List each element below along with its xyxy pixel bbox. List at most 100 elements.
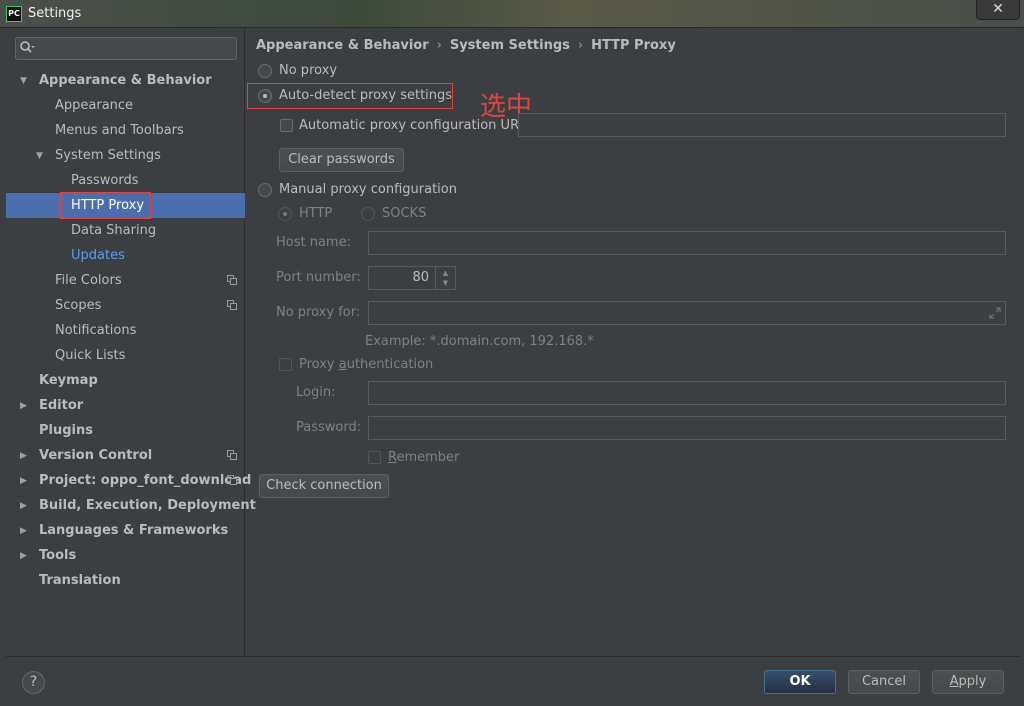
tree-item-keymap[interactable]: Keymap xyxy=(6,368,245,393)
spinner-arrows-icon[interactable]: ▲ ▼ xyxy=(435,267,455,289)
no-proxy-label: No proxy xyxy=(279,63,338,78)
remember-label: Remember xyxy=(388,450,460,465)
chevron-right-icon[interactable]: ▶ xyxy=(20,501,30,511)
tree-item-label: File Colors xyxy=(55,273,122,288)
proxy-auth-checkbox[interactable] xyxy=(279,358,292,371)
tree-item-scopes[interactable]: Scopes xyxy=(6,293,245,318)
login-input[interactable] xyxy=(368,381,1006,405)
project-scope-icon xyxy=(227,300,237,310)
breadcrumb-separator: › xyxy=(577,38,584,53)
http-type-radio[interactable] xyxy=(278,207,292,221)
tree-item-languages-frameworks[interactable]: ▶ Languages & Frameworks xyxy=(6,518,245,543)
chevron-right-icon[interactable]: ▶ xyxy=(20,526,30,536)
breadcrumb-item: System Settings xyxy=(449,38,570,53)
auto-detect-proxy-label: Auto-detect proxy settings xyxy=(279,88,453,103)
chevron-right-icon[interactable]: ▶ xyxy=(20,551,30,561)
host-name-input[interactable] xyxy=(368,231,1006,255)
title-bar: PC Settings ✕ xyxy=(0,0,1024,28)
chevron-right-icon[interactable]: ▶ xyxy=(20,451,30,461)
port-number-spinner[interactable]: 80 ▲ ▼ xyxy=(368,266,456,290)
tree-item-label: Translation xyxy=(39,573,121,588)
window-close-button[interactable]: ✕ xyxy=(976,0,1020,20)
port-number-label: Port number: xyxy=(276,270,361,285)
tree-item-label: Notifications xyxy=(55,323,137,338)
http-proxy-panel: Appearance & Behavior › System Settings › HT… xyxy=(246,28,1020,656)
no-proxy-radio[interactable] xyxy=(258,64,272,78)
port-number-value: 80 xyxy=(412,270,429,285)
tree-item-label: Menus and Toolbars xyxy=(55,123,184,138)
tree-item-editor[interactable]: ▶ Editor xyxy=(6,393,245,418)
tree-item-project[interactable]: ▶ Project: oppo_font_download xyxy=(6,468,251,493)
tree-item-label: Updates xyxy=(71,248,125,263)
chevron-right-icon[interactable]: ▶ xyxy=(20,401,30,411)
chevron-down-icon[interactable]: ▼ xyxy=(20,76,30,86)
chevron-right-icon[interactable]: ▶ xyxy=(20,476,30,486)
socks-type-radio[interactable] xyxy=(361,207,375,221)
tree-item-label: Build, Execution, Deployment xyxy=(39,498,256,513)
settings-sidebar: ▼ Appearance & Behavior Appearance Menus… xyxy=(6,28,256,656)
password-input[interactable] xyxy=(368,416,1006,440)
tree-item-label: System Settings xyxy=(55,148,161,163)
project-scope-icon xyxy=(227,475,237,485)
socks-type-label: SOCKS xyxy=(382,206,427,221)
chevron-down-icon[interactable]: ▼ xyxy=(36,151,46,161)
tree-item-label: Version Control xyxy=(39,448,153,463)
no-proxy-for-input[interactable] xyxy=(368,301,1006,325)
password-label: Password: xyxy=(296,420,362,435)
tree-item-label: Appearance & Behavior xyxy=(39,73,212,88)
search-icon[interactable] xyxy=(19,40,35,56)
cancel-button[interactable]: Cancel xyxy=(848,670,920,694)
tree-item-label: Editor xyxy=(39,398,84,413)
tree-item-version-control[interactable]: ▶ Version Control xyxy=(6,443,245,468)
tree-item-label: Scopes xyxy=(55,298,102,313)
tree-item-system-settings[interactable]: ▼ System Settings xyxy=(6,143,245,168)
tree-item-file-colors[interactable]: File Colors xyxy=(6,268,245,293)
tree-item-menus-toolbars[interactable]: Menus and Toolbars xyxy=(6,118,245,143)
tree-item-notifications[interactable]: Notifications xyxy=(6,318,245,343)
tree-item-label: Tools xyxy=(39,548,77,563)
help-button[interactable]: ? xyxy=(22,671,45,694)
manual-proxy-radio[interactable] xyxy=(258,183,272,197)
tree-item-appearance-behavior[interactable]: ▼ Appearance & Behavior xyxy=(6,68,245,93)
tree-item-appearance[interactable]: Appearance xyxy=(6,93,245,118)
auto-detect-proxy-radio[interactable] xyxy=(258,89,272,103)
breadcrumb-item: HTTP Proxy xyxy=(591,38,676,53)
check-connection-button[interactable]: Check connection xyxy=(259,474,389,498)
tree-item-label: Appearance xyxy=(55,98,134,113)
tree-item-tools[interactable]: ▶ Tools xyxy=(6,543,245,568)
highlight-box xyxy=(60,192,151,219)
tree-item-label: Plugins xyxy=(39,423,93,438)
expand-icon[interactable] xyxy=(989,307,1001,319)
tree-item-data-sharing[interactable]: Data Sharing xyxy=(6,218,245,243)
http-type-label: HTTP xyxy=(299,206,333,221)
project-scope-icon xyxy=(227,275,237,285)
tree-item-quick-lists[interactable]: Quick Lists xyxy=(6,343,245,368)
host-name-label: Host name: xyxy=(276,235,351,250)
tree-item-build-execution-deployment[interactable]: ▶ Build, Execution, Deployment xyxy=(6,493,256,518)
login-label: Login: xyxy=(296,385,336,400)
tree-item-label: Data Sharing xyxy=(71,223,157,238)
ok-button[interactable]: OK xyxy=(764,670,836,694)
tree-item-label: Keymap xyxy=(39,373,98,388)
tree-item-label: Languages & Frameworks xyxy=(39,523,229,538)
tree-item-translation[interactable]: Translation xyxy=(6,568,245,593)
settings-search-input[interactable] xyxy=(15,37,237,60)
tree-item-label: Quick Lists xyxy=(55,348,126,363)
tree-item-updates[interactable]: Updates xyxy=(6,243,245,268)
remember-checkbox[interactable] xyxy=(368,451,381,464)
auto-config-url-input[interactable] xyxy=(518,113,1006,137)
window-title: Settings xyxy=(28,6,82,21)
manual-proxy-label: Manual proxy configuration xyxy=(279,182,457,197)
clear-passwords-button[interactable]: Clear passwords xyxy=(279,148,404,172)
tree-item-http-proxy[interactable]: HTTP Proxy xyxy=(6,192,245,219)
proxy-auth-label: Proxy authentication xyxy=(299,357,434,372)
auto-config-url-checkbox[interactable] xyxy=(280,119,293,132)
tree-item-passwords[interactable]: Passwords xyxy=(6,168,245,193)
pycharm-app-icon: PC xyxy=(6,6,22,22)
breadcrumb-separator: › xyxy=(436,38,442,53)
tree-item-plugins[interactable]: Plugins xyxy=(6,418,245,443)
dialog-button-bar: ? OK Cancel Apply xyxy=(6,656,1020,706)
apply-button[interactable]: Apply xyxy=(932,670,1004,694)
auto-config-url-label: Automatic proxy configuration URL: xyxy=(299,118,531,133)
tree-item-label: Project: oppo_font_download xyxy=(39,473,252,488)
